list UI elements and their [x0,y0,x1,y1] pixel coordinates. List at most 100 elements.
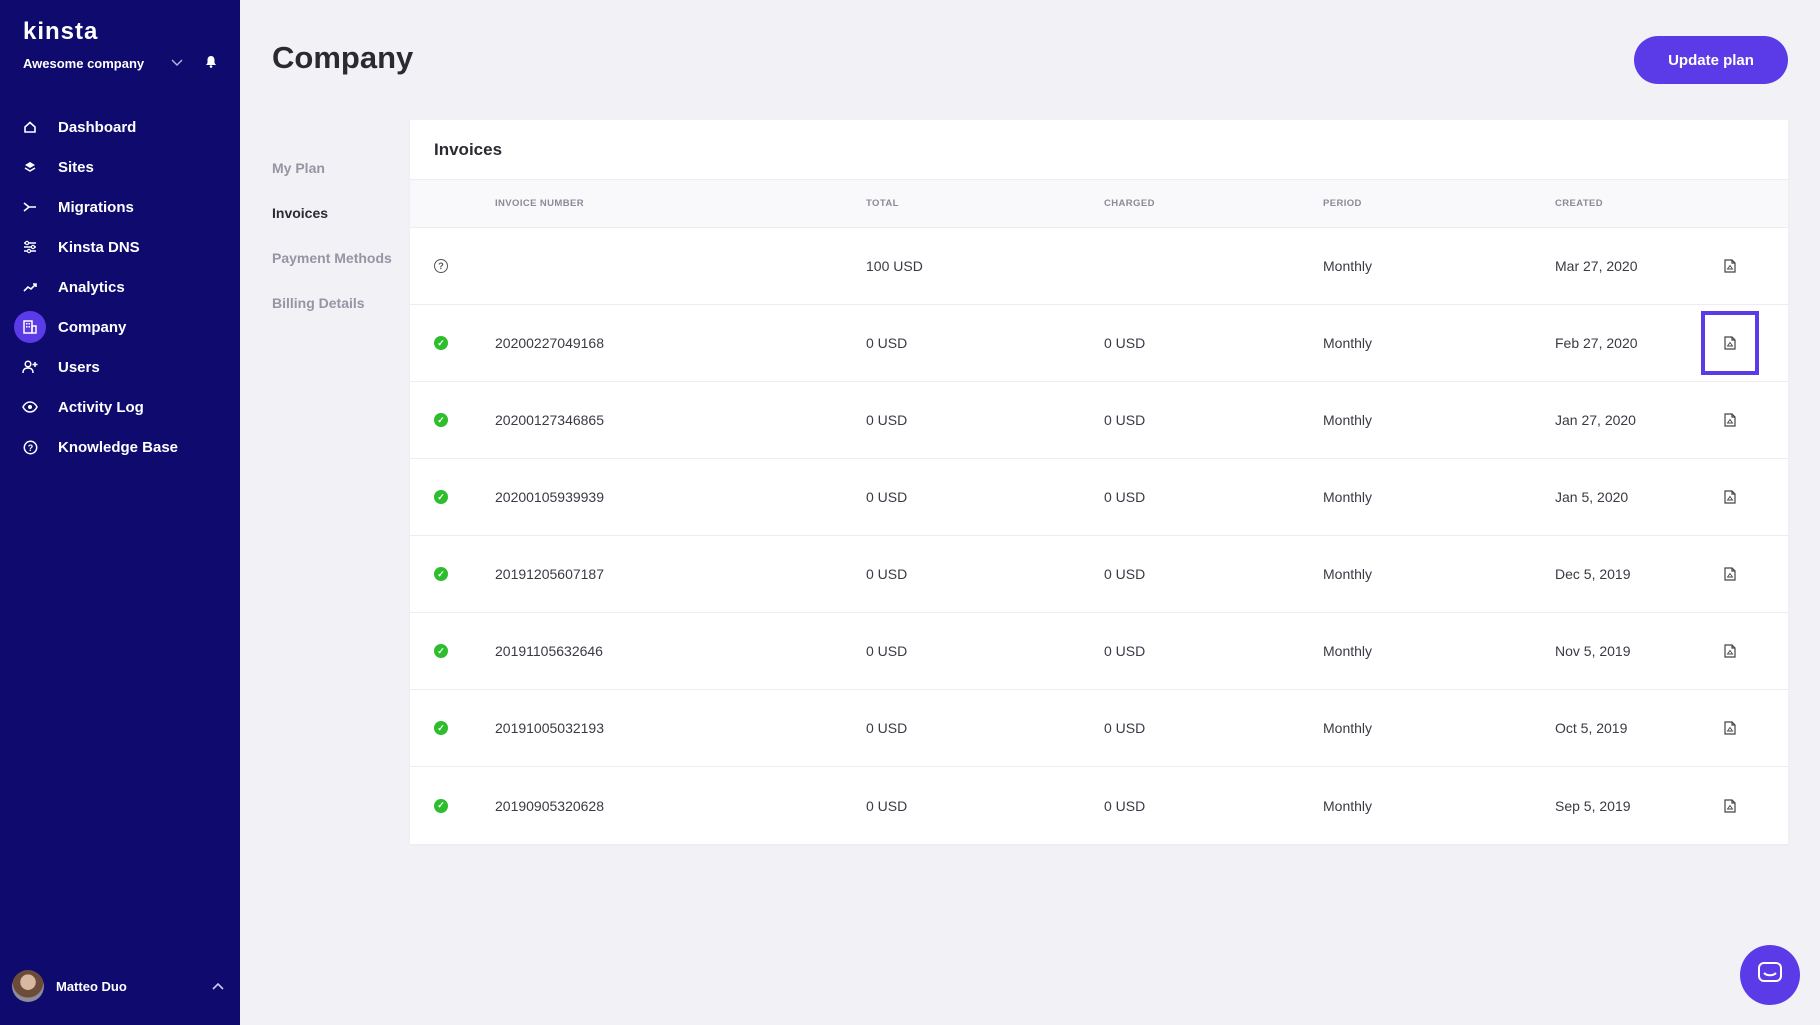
invoice-charged: 0 USD [1104,797,1146,814]
pdf-download-icon[interactable] [1721,411,1739,429]
chevron-up-icon[interactable] [208,979,228,993]
col-invoice-number: INVOICE NUMBER [495,198,584,209]
sidebar-nav: Dashboard Sites Migrations Kinsta DNS An… [0,107,240,467]
layers-icon [22,159,38,175]
invoice-period: Monthly [1323,335,1373,351]
user-menu[interactable]: Matteo Duo [12,969,228,1003]
check-circle-icon: ✓ [434,644,448,658]
sidebar-item-label: Sites [58,158,94,176]
invoice-period: Monthly [1323,797,1373,814]
migrate-icon [22,199,38,215]
sidebar-item-label: Migrations [58,198,134,216]
chevron-down-icon[interactable] [167,56,187,70]
check-circle-icon: ✓ [434,567,448,581]
chat-icon [1757,961,1783,990]
sidebar: kinsta Awesome company Dashboard Sites M [0,0,240,1025]
pdf-download-icon[interactable] [1721,719,1739,737]
invoice-total: 0 USD [866,720,908,736]
invoice-created: Jan 27, 2020 [1555,412,1636,428]
kinsta-logo[interactable]: kinsta [23,18,98,46]
col-charged: CHARGED [1104,198,1155,209]
sidebar-item-dashboard[interactable]: Dashboard [0,107,240,147]
pdf-download-icon[interactable] [1721,642,1739,660]
table-row: ✓ 20191205607187 0 USD 0 USD Monthly Dec 5, 2… [410,536,1788,613]
download-cell [1692,565,1768,583]
sidebar-item-migrations[interactable]: Migrations [0,187,240,227]
avatar [12,970,44,1002]
dns-icon [22,239,38,255]
user-name: Matteo Duo [56,978,127,994]
sidebar-item-label: Knowledge Base [58,438,179,456]
status-cell: ✓ [410,644,495,658]
svg-text:?: ? [27,443,33,453]
invoice-created: Oct 5, 2019 [1555,720,1628,736]
bell-icon[interactable] [199,55,223,71]
invoice-number: 20200127346865 [495,412,605,428]
invoice-total: 0 USD [866,489,908,505]
pdf-download-icon[interactable] [1721,797,1739,815]
sidebar-item-activity-log[interactable]: Activity Log [0,387,240,427]
pdf-download-icon[interactable] [1721,488,1739,506]
check-circle-icon: ✓ [434,798,448,813]
status-cell: ✓ [410,413,495,427]
table-row: ✓ 20200105939939 0 USD 0 USD Monthly Jan 5, 2… [410,459,1788,536]
sidebar-item-label: Company [58,318,127,336]
tab-invoices[interactable]: Invoices [272,190,392,235]
page-title: Company [272,40,414,75]
invoice-total: 100 USD [866,258,923,274]
update-plan-button[interactable]: Update plan [1634,36,1788,84]
sidebar-item-sites[interactable]: Sites [0,147,240,187]
invoice-total: 0 USD [866,643,908,659]
status-cell: ✓ [410,490,495,504]
check-circle-icon: ✓ [434,413,448,427]
invoice-period: Monthly [1323,489,1373,505]
download-cell [1692,311,1768,375]
pdf-download-icon[interactable] [1721,257,1739,275]
tab-payment-methods[interactable]: Payment Methods [272,235,392,280]
tab-my-plan[interactable]: My Plan [272,145,392,190]
col-period: PERIOD [1323,198,1362,209]
invoice-created: Mar 27, 2020 [1555,258,1638,274]
download-cell [1692,257,1768,275]
company-switcher[interactable]: Awesome company [23,53,223,73]
invoice-created: Sep 5, 2019 [1555,797,1631,814]
pdf-download-icon[interactable] [1721,334,1739,352]
col-total: TOTAL [866,198,899,209]
download-cell [1692,797,1768,815]
download-cell [1692,719,1768,737]
invoices-card: Invoices INVOICE NUMBER TOTAL CHARGED PE… [410,120,1788,844]
table-row: ✓ 20191105632646 0 USD 0 USD Monthly Nov 5, 2… [410,613,1788,690]
invoice-number: 20191005032193 [495,720,605,736]
sidebar-item-label: Activity Log [58,398,144,416]
invoice-period: Monthly [1323,720,1373,736]
invoices-title: Invoices [410,120,1788,180]
table-row: ✓ 20200127346865 0 USD 0 USD Monthly Jan 27, … [410,382,1788,459]
table-row: ✓ 20190905320628 0 USD 0 USD Monthly Sep 5, 2… [410,767,1788,844]
status-cell: ? [410,259,495,273]
sidebar-item-knowledge-base[interactable]: ? Knowledge Base [0,427,240,467]
download-cell [1692,642,1768,660]
chat-button[interactable] [1740,945,1800,1005]
invoice-total: 0 USD [866,335,908,351]
sidebar-item-label: Kinsta DNS [58,238,140,256]
col-created: CREATED [1555,198,1604,209]
sidebar-item-company[interactable]: Company [0,307,240,347]
tab-billing-details[interactable]: Billing Details [272,280,392,325]
check-circle-icon: ✓ [434,721,448,735]
sidebar-item-kinsta-dns[interactable]: Kinsta DNS [0,227,240,267]
invoice-charged: 0 USD [1104,489,1146,505]
invoice-period: Monthly [1323,566,1373,582]
sidebar-item-analytics[interactable]: Analytics [0,267,240,307]
check-circle-icon: ✓ [434,490,448,504]
invoice-number: 20191205607187 [495,566,605,582]
table-row: ? 100 USD Monthly Mar 27, 2020 [410,228,1788,305]
download-cell [1692,411,1768,429]
sidebar-item-users[interactable]: Users [0,347,240,387]
invoice-charged: 0 USD [1104,335,1146,351]
table-row: ✓ 20191005032193 0 USD 0 USD Monthly Oct 5, 2… [410,690,1788,767]
invoice-number: 20200105939939 [495,489,605,505]
pdf-download-icon[interactable] [1721,565,1739,583]
check-circle-icon: ✓ [434,336,448,350]
eye-icon [22,399,38,415]
help-icon: ? [22,439,38,455]
